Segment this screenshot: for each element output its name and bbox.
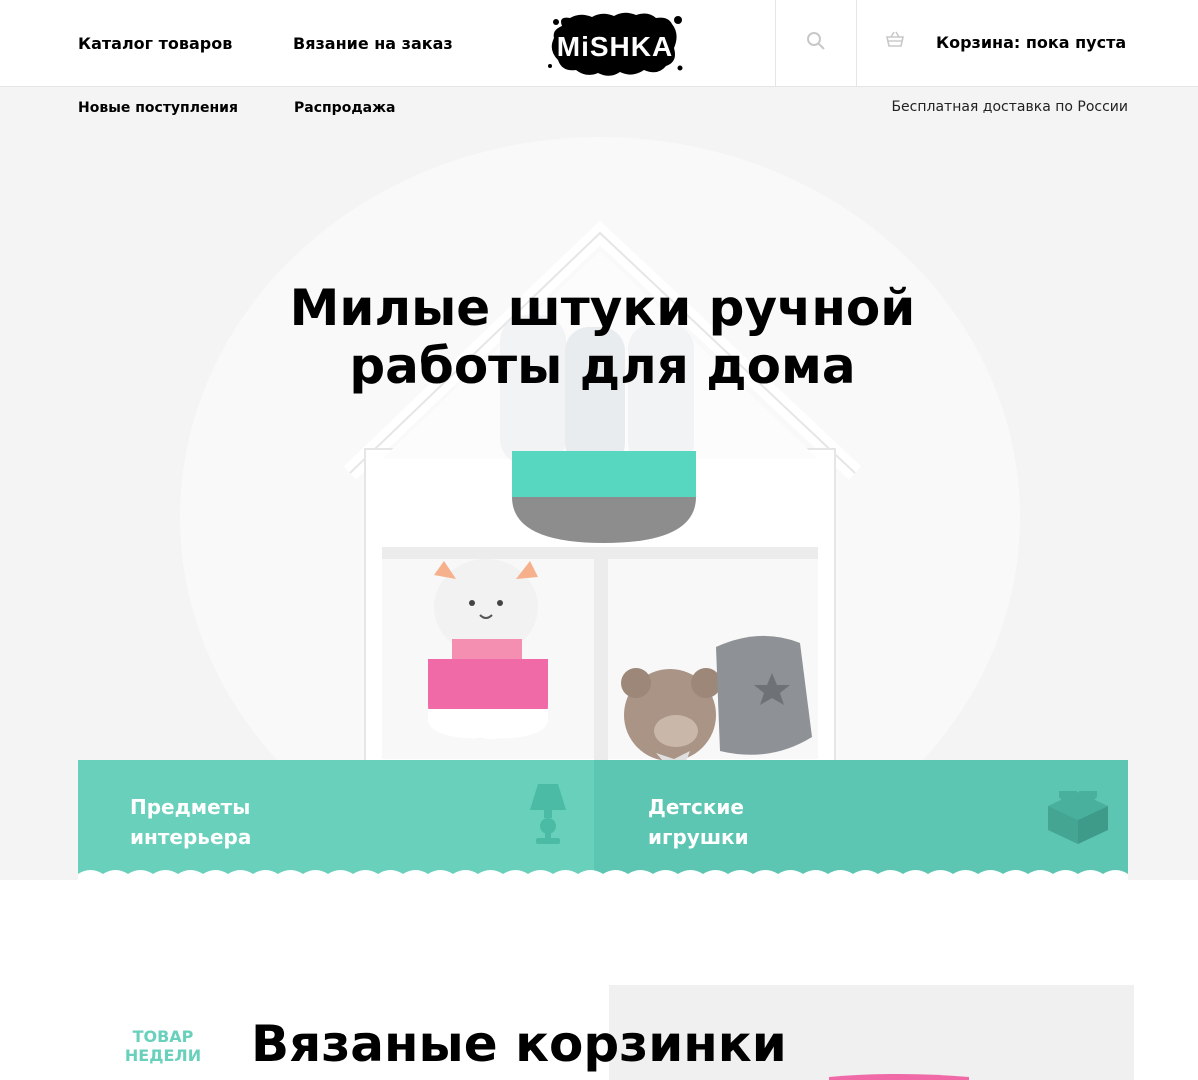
search-button[interactable] <box>776 0 856 86</box>
subnav-new-arrivals-link[interactable]: Новые поступления <box>78 100 238 116</box>
cart-button[interactable]: Корзина: пока пуста <box>857 0 1198 86</box>
product-of-week-section: Товар недели Вязаные корзинки <box>0 880 1198 1080</box>
site-header: Каталог товаров Вязание на заказ MiSHKA <box>0 0 1198 87</box>
cart-status-label: Корзина: пока пуста <box>936 33 1127 52</box>
basket-icon <box>885 30 905 50</box>
product-of-week-title[interactable]: Вязаные корзинки <box>251 1015 787 1073</box>
category-label: Детские игрушки <box>648 795 749 849</box>
product-of-week-badge: Товар недели <box>124 1027 202 1065</box>
nav-catalog-link[interactable]: Каталог товаров <box>78 34 232 53</box>
subnav-sale-link[interactable]: Распродажа <box>294 100 395 116</box>
lamp-icon <box>530 782 566 850</box>
delivery-note: Бесплатная доставка по России <box>891 99 1128 115</box>
wave-divider <box>78 870 1128 880</box>
logo-text: MiSHKA <box>557 31 673 62</box>
logo[interactable]: MiSHKA <box>540 8 690 80</box>
hero-title: Милые штуки ручной работы для дома <box>289 279 916 395</box>
category-interior-tile[interactable]: Предметы интерьера <box>78 760 594 880</box>
category-toys-tile[interactable]: Детские игрушки <box>594 760 1128 880</box>
nav-custom-knitting-link[interactable]: Вязание на заказ <box>293 34 453 53</box>
search-icon <box>806 31 826 55</box>
lego-brick-icon <box>1046 782 1110 848</box>
category-label: Предметы интерьера <box>130 795 252 849</box>
